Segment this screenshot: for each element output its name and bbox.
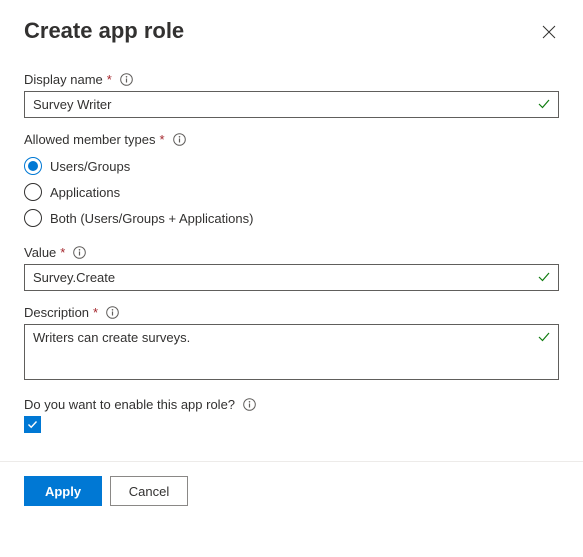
- info-icon[interactable]: [120, 73, 133, 86]
- display-name-field: Display name *: [24, 72, 559, 118]
- radio-label: Applications: [50, 185, 120, 200]
- display-name-label: Display name: [24, 72, 103, 87]
- required-indicator: *: [60, 245, 65, 260]
- radio-applications[interactable]: Applications: [24, 179, 559, 205]
- cancel-button[interactable]: Cancel: [110, 476, 188, 506]
- radio-circle-icon: [24, 209, 42, 227]
- value-field: Value *: [24, 245, 559, 291]
- enable-checkbox[interactable]: [24, 416, 41, 433]
- description-field: Description *: [24, 305, 559, 383]
- radio-both[interactable]: Both (Users/Groups + Applications): [24, 205, 559, 231]
- close-button[interactable]: [541, 24, 557, 40]
- required-indicator: *: [160, 132, 165, 147]
- enable-field: Do you want to enable this app role?: [24, 397, 559, 433]
- allowed-member-types-field: Allowed member types * Users/Groups Appl…: [24, 132, 559, 231]
- radio-label: Both (Users/Groups + Applications): [50, 211, 253, 226]
- required-indicator: *: [107, 72, 112, 87]
- radio-circle-icon: [24, 183, 42, 201]
- info-icon[interactable]: [173, 133, 186, 146]
- radio-users-groups[interactable]: Users/Groups: [24, 153, 559, 179]
- valid-check-icon: [537, 97, 551, 111]
- radio-label: Users/Groups: [50, 159, 130, 174]
- valid-check-icon: [537, 330, 551, 344]
- checkmark-icon: [26, 418, 39, 431]
- valid-check-icon: [537, 270, 551, 284]
- description-input[interactable]: [24, 324, 559, 380]
- value-input[interactable]: [24, 264, 559, 291]
- radio-circle-icon: [24, 157, 42, 175]
- value-label: Value: [24, 245, 56, 260]
- page-title: Create app role: [24, 18, 184, 44]
- apply-button[interactable]: Apply: [24, 476, 102, 506]
- enable-label: Do you want to enable this app role?: [24, 397, 235, 412]
- required-indicator: *: [93, 305, 98, 320]
- description-label: Description: [24, 305, 89, 320]
- info-icon[interactable]: [243, 398, 256, 411]
- display-name-input[interactable]: [24, 91, 559, 118]
- info-icon[interactable]: [73, 246, 86, 259]
- member-types-radio-group: Users/Groups Applications Both (Users/Gr…: [24, 153, 559, 231]
- info-icon[interactable]: [106, 306, 119, 319]
- allowed-member-types-label: Allowed member types: [24, 132, 156, 147]
- close-icon: [541, 24, 557, 40]
